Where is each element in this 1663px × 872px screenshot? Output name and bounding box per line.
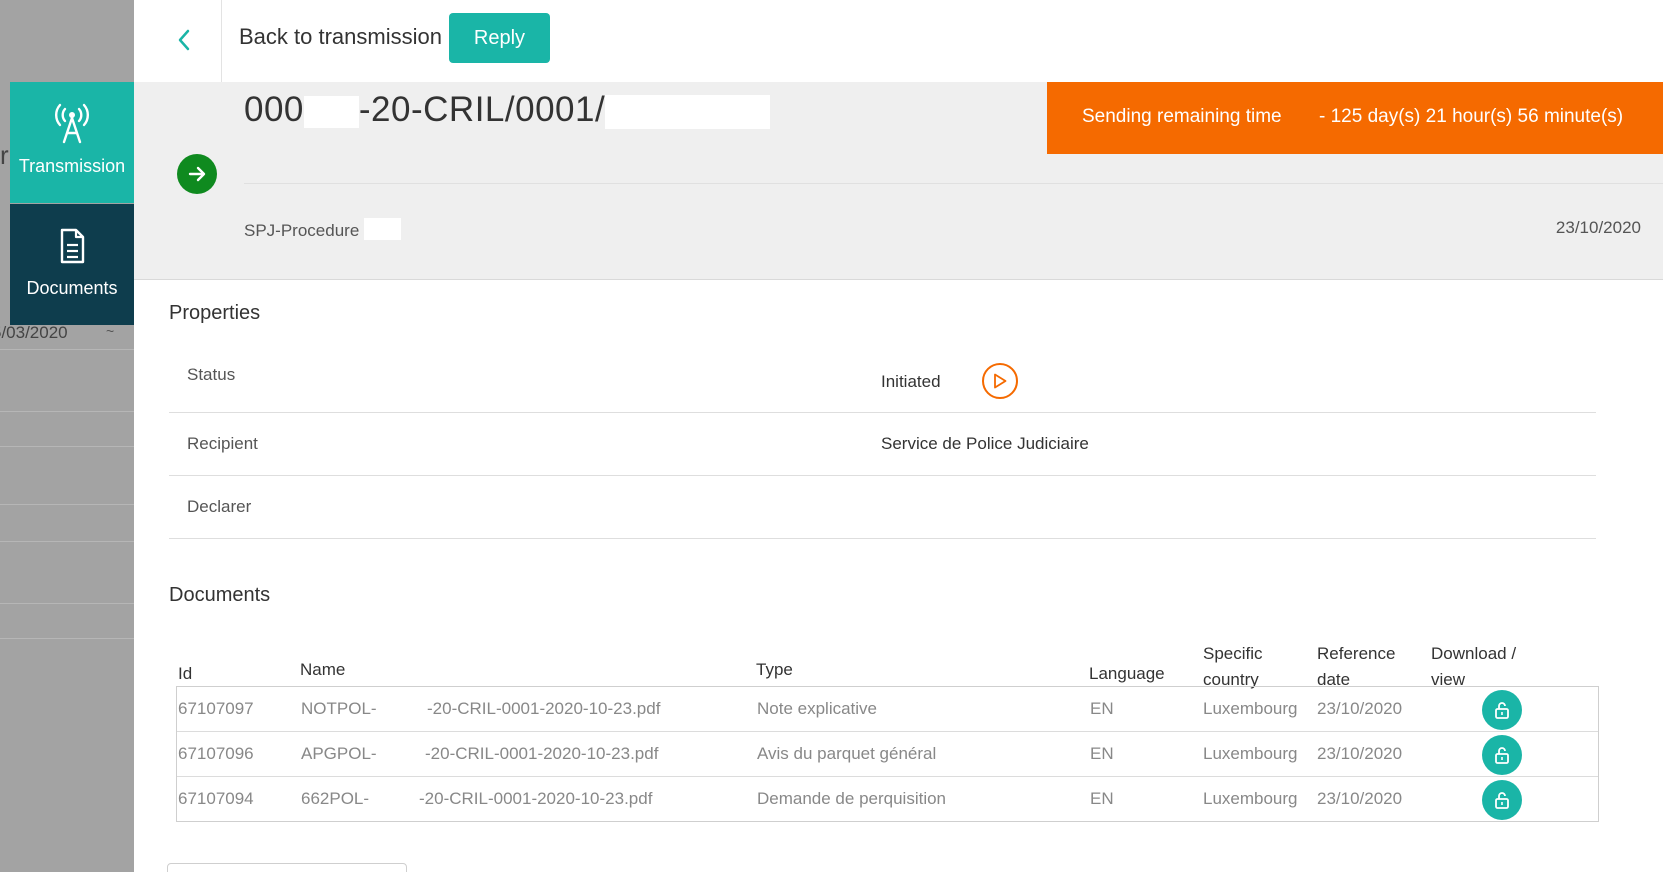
table-row: 67107096 APGPOL- -20-CRIL-0001-2020-10-2… bbox=[177, 732, 1598, 777]
recipient-value: Service de Police Judiciaire bbox=[881, 434, 1089, 453]
redacted-block bbox=[364, 218, 402, 240]
properties-title: Properties bbox=[169, 302, 261, 324]
sending-remaining-time-banner: Sending remaining time - 125 day(s) 21 h… bbox=[1047, 82, 1663, 154]
document-country: Luxembourg bbox=[1203, 789, 1298, 808]
documents-table: 67107097 NOTPOL- -20-CRIL-0001-2020-10-2… bbox=[176, 686, 1599, 822]
background-divider bbox=[0, 349, 134, 350]
column-header-type: Type bbox=[756, 660, 793, 679]
document-type: Avis du parquet général bbox=[757, 744, 937, 763]
column-header-language: Language bbox=[1089, 664, 1165, 683]
document-icon bbox=[52, 224, 92, 268]
partially-visible-control[interactable] bbox=[167, 863, 407, 872]
topbar-divider bbox=[221, 0, 222, 82]
property-row-status: Status Initiated bbox=[169, 350, 1596, 413]
procedure-label: SPJ-Procedure bbox=[244, 221, 360, 240]
property-label: Recipient bbox=[187, 434, 258, 453]
background-divider bbox=[0, 541, 134, 542]
timer-value: - 125 day(s) 21 hour(s) 56 minute(s) bbox=[1319, 106, 1624, 127]
document-name-prefix: 662POL- bbox=[301, 789, 370, 808]
transmission-detail-panel: Back to transmission Reply 000 -20-CRIL/0… bbox=[134, 0, 1663, 872]
arrow-right-icon bbox=[177, 154, 217, 194]
sidebar-item-label: Transmission bbox=[18, 156, 126, 176]
documents-title: Documents bbox=[169, 584, 271, 606]
status-value: Initiated bbox=[881, 372, 941, 391]
back-to-transmission-link[interactable]: Back to transmission bbox=[239, 24, 442, 50]
background-divider bbox=[0, 504, 134, 505]
reference-prefix: 000 bbox=[244, 90, 304, 129]
table-row: 67107094 662POL- -20-CRIL-0001-2020-10-2… bbox=[177, 777, 1598, 821]
table-row: 67107097 NOTPOL- -20-CRIL-0001-2020-10-2… bbox=[177, 687, 1598, 732]
document-type: Note explicative bbox=[757, 699, 878, 718]
back-chevron-icon[interactable] bbox=[164, 22, 204, 58]
download-lock-icon[interactable] bbox=[1482, 780, 1522, 820]
document-name-prefix: NOTPOL- bbox=[301, 699, 377, 718]
background-divider bbox=[0, 446, 134, 447]
sidebar-item-transmission[interactable]: Transmission bbox=[10, 82, 134, 203]
play-icon bbox=[982, 363, 1018, 399]
document-country: Luxembourg bbox=[1203, 744, 1298, 763]
property-label: Status bbox=[187, 365, 236, 384]
sidebar-item-label: Documents bbox=[26, 278, 118, 298]
download-lock-icon[interactable] bbox=[1482, 690, 1522, 730]
document-name-suffix: -20-CRIL-0001-2020-10-23.pdf bbox=[427, 699, 661, 718]
top-bar: Back to transmission Reply bbox=[134, 0, 1663, 82]
background-divider bbox=[0, 638, 134, 639]
property-label: Declarer bbox=[187, 497, 252, 516]
procedure-reference: SPJ-Procedure bbox=[244, 218, 402, 241]
antenna-icon bbox=[52, 102, 92, 146]
document-reference-date: 23/10/2020 bbox=[1317, 789, 1403, 808]
document-reference-date: 23/10/2020 bbox=[1317, 744, 1403, 763]
column-header-name: Name bbox=[300, 660, 346, 679]
reply-button[interactable]: Reply bbox=[449, 13, 550, 63]
document-name-suffix: -20-CRIL-0001-2020-10-23.pdf bbox=[425, 744, 659, 763]
document-reference-date: 23/10/2020 bbox=[1317, 699, 1403, 718]
document-type: Demande de perquisition bbox=[757, 789, 947, 808]
document-id: 67107097 bbox=[178, 699, 254, 718]
property-row-recipient: Recipient Service de Police Judiciaire bbox=[169, 413, 1596, 476]
background-tilde: ~ bbox=[106, 323, 115, 339]
transmission-date: 23/10/2020 bbox=[1555, 218, 1641, 237]
sidebar-item-documents[interactable]: Documents bbox=[10, 204, 134, 325]
document-country: Luxembourg bbox=[1203, 699, 1298, 718]
reference-middle: -20-CRIL/0001/ bbox=[358, 90, 606, 129]
transmission-header: 000 -20-CRIL/0001/ Sending remaining time… bbox=[134, 82, 1663, 280]
background-divider bbox=[0, 603, 134, 604]
background-divider bbox=[0, 411, 134, 412]
property-row-declarer: Declarer bbox=[169, 476, 1596, 539]
document-name-prefix: APGPOL- bbox=[301, 744, 377, 763]
document-id: 67107094 bbox=[178, 789, 254, 808]
column-header-id: Id bbox=[178, 664, 193, 683]
header-divider bbox=[244, 183, 1663, 184]
document-language: EN bbox=[1090, 699, 1114, 718]
background-date: 5/03/2020 bbox=[0, 323, 68, 342]
document-id: 67107096 bbox=[178, 744, 254, 763]
document-name-suffix: -20-CRIL-0001-2020-10-23.pdf bbox=[419, 789, 653, 808]
document-language: EN bbox=[1090, 789, 1114, 808]
timer-label: Sending remaining time bbox=[1082, 106, 1282, 127]
download-lock-icon[interactable] bbox=[1482, 735, 1522, 775]
background-text-fragment: r bbox=[0, 140, 9, 170]
redacted-block bbox=[605, 94, 771, 129]
document-language: EN bbox=[1090, 744, 1114, 763]
transmission-reference: 000 -20-CRIL/0001/ bbox=[244, 90, 771, 130]
redacted-block bbox=[303, 95, 359, 128]
